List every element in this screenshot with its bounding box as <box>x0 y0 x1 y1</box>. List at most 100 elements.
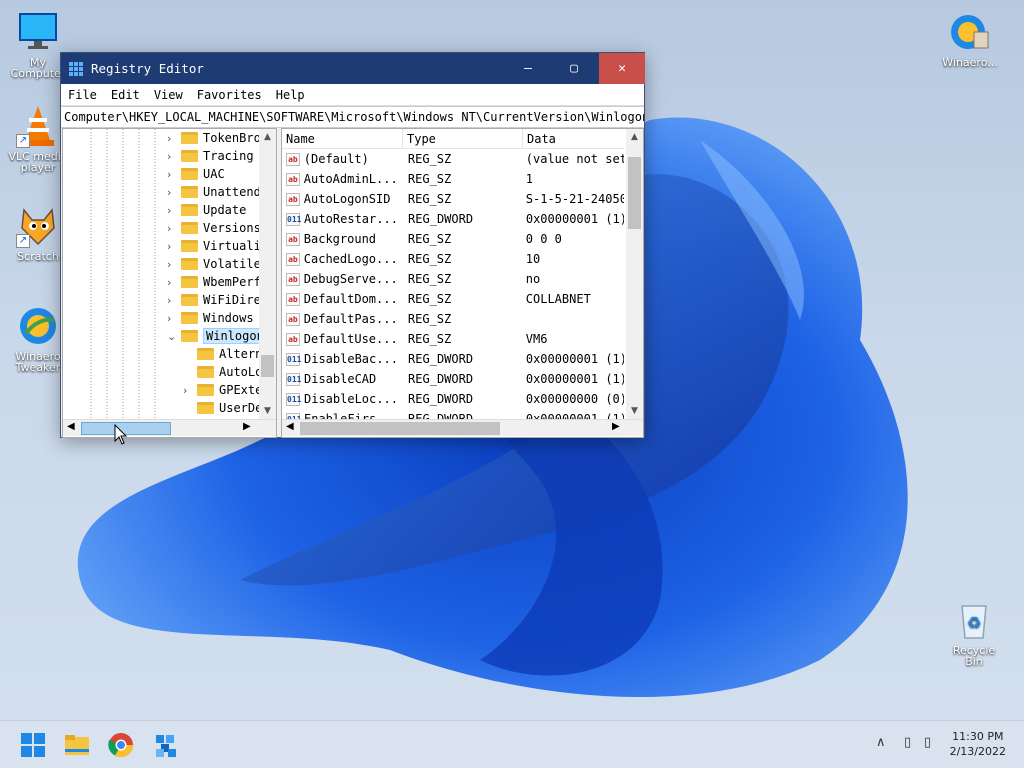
desktop-icon-my-computer[interactable]: My Computer <box>8 10 68 79</box>
start-button[interactable] <box>19 731 47 759</box>
chevron-right-icon[interactable]: › <box>167 132 177 145</box>
desktop-icon-scratch[interactable]: ↗ Scratch <box>8 204 68 262</box>
show-hidden-icons-chevron-icon[interactable]: ∧ <box>876 735 886 750</box>
scroll-thumb[interactable] <box>628 157 641 229</box>
close-button[interactable]: ✕ <box>599 53 645 84</box>
tree-node[interactable]: › Virtualiz <box>167 237 268 255</box>
value-type: REG_SZ <box>407 172 452 186</box>
key-tree-pane[interactable]: › TokenBrok › Tracing › UAC › UnattendS › Update ›… <box>62 128 277 438</box>
desktop-icon-label: VLC media player <box>8 150 68 174</box>
values-list-pane[interactable]: Name Type Data ab (Default) REG_SZ (value n… <box>281 128 644 438</box>
chevron-right-icon[interactable]: › <box>167 222 177 235</box>
tree-node[interactable]: › Tracing <box>167 147 254 165</box>
scroll-right-icon[interactable]: ▶ <box>612 421 620 432</box>
tree-node[interactable]: › UnattendS <box>167 183 268 201</box>
tree-node[interactable]: › WiFiDirec <box>167 291 268 309</box>
tree-node[interactable]: AutoLo <box>183 363 262 381</box>
list-horizontal-scrollbar[interactable]: ◀ ▶ <box>282 419 643 436</box>
value-name: DisableCAD <box>304 372 377 386</box>
tree-node[interactable]: Altern <box>183 345 262 363</box>
chevron-right-icon[interactable]: › <box>167 168 177 181</box>
table-row[interactable]: ab AutoAdminL... REG_SZ 1 <box>282 169 624 189</box>
tree-node[interactable]: › GPExte <box>183 381 262 399</box>
tree-node[interactable]: › Update <box>167 201 246 219</box>
chrome-button[interactable] <box>107 731 135 759</box>
scroll-down-icon[interactable]: ▼ <box>259 403 276 419</box>
title-bar[interactable]: Registry Editor – ▢ ✕ <box>61 53 645 84</box>
network-icon[interactable]: ▯ <box>904 735 911 750</box>
table-row[interactable]: ab DefaultUse... REG_SZ VM6 <box>282 329 624 349</box>
table-row[interactable]: 011 AutoRestar... REG_DWORD 0x00000001 (1) <box>282 209 624 229</box>
table-row[interactable]: ab DebugServe... REG_SZ no <box>282 269 624 289</box>
scroll-left-icon[interactable]: ◀ <box>67 421 75 432</box>
system-clock[interactable]: 11:30 PM 2/13/2022 <box>950 729 1006 759</box>
tree-node-label: GPExte <box>219 383 263 397</box>
table-row[interactable]: ab CachedLogo... REG_SZ 10 <box>282 249 624 269</box>
address-bar[interactable]: Computer\HKEY_LOCAL_MACHINE\SOFTWARE\Mic… <box>61 106 644 128</box>
file-explorer-button[interactable] <box>63 731 91 759</box>
scroll-up-icon[interactable]: ▲ <box>259 129 276 145</box>
scroll-up-icon[interactable]: ▲ <box>626 129 643 145</box>
maximize-button[interactable]: ▢ <box>551 53 597 84</box>
tree-node[interactable]: › VersionsL <box>167 219 268 237</box>
tree-node[interactable]: › TokenBrok <box>167 129 268 147</box>
column-header-name[interactable]: Name <box>282 129 403 149</box>
tree-node[interactable]: › UAC <box>167 165 225 183</box>
desktop-icon-recycle-bin[interactable]: ♻ Recycle Bin <box>944 598 1004 667</box>
scroll-left-icon[interactable]: ◀ <box>286 421 294 432</box>
tree-horizontal-scrollbar[interactable]: ◀ ▶ <box>63 419 276 436</box>
tree-node[interactable]: › Windows <box>167 309 254 327</box>
chevron-right-icon[interactable]: › <box>167 312 177 325</box>
table-row[interactable]: 011 DisableBac... REG_DWORD 0x00000001 (1) <box>282 349 624 369</box>
list-vertical-scrollbar[interactable]: ▲ ▼ <box>626 129 643 419</box>
chevron-right-icon[interactable]: › <box>167 276 177 289</box>
windows-logo-icon <box>21 733 45 757</box>
chevron-right-icon[interactable]: › <box>167 186 177 199</box>
column-header-type[interactable]: Type <box>403 129 523 149</box>
registry-editor-taskbar-button[interactable] <box>152 731 180 759</box>
value-type: REG_DWORD <box>408 212 474 226</box>
chevron-right-icon[interactable]: › <box>167 204 177 217</box>
scroll-down-icon[interactable]: ▼ <box>626 403 643 419</box>
volume-icon[interactable]: ▯ <box>924 735 931 750</box>
scroll-right-icon[interactable]: ▶ <box>243 421 251 432</box>
tree-node[interactable]: › VolatileN <box>167 255 268 273</box>
table-row[interactable]: ab DefaultPas... REG_SZ <box>282 309 624 329</box>
desktop-icon-vlc[interactable]: ↗ VLC media player <box>8 104 68 173</box>
desktop-icon-winaero[interactable]: Winaero... <box>940 10 1000 68</box>
menu-help[interactable]: Help <box>269 88 312 102</box>
string-value-icon: ab <box>286 192 300 206</box>
table-row[interactable]: ab AutoLogonSID REG_SZ S-1-5-21-24050 <box>282 189 624 209</box>
value-type: REG_SZ <box>407 272 452 286</box>
menu-edit[interactable]: Edit <box>104 88 147 102</box>
table-row[interactable]: 011 DisableCAD REG_DWORD 0x00000001 (1) <box>282 369 624 389</box>
scroll-thumb[interactable] <box>300 422 500 435</box>
menu-file[interactable]: File <box>61 88 104 102</box>
desktop-icon-winaero-tweaker[interactable]: Winaero Tweaker <box>8 304 68 373</box>
chevron-right-icon[interactable]: › <box>167 240 177 253</box>
chevron-right-icon[interactable]: › <box>183 384 193 397</box>
menu-view[interactable]: View <box>147 88 190 102</box>
tree-node[interactable]: › WbemPerf <box>167 273 261 291</box>
value-type: REG_SZ <box>407 192 452 206</box>
table-row[interactable]: ab Background REG_SZ 0 0 0 <box>282 229 624 249</box>
chevron-right-icon[interactable]: › <box>167 258 177 271</box>
tree-vertical-scrollbar[interactable]: ▲ ▼ <box>259 129 276 419</box>
chevron-right-icon[interactable]: › <box>167 150 177 163</box>
value-data: 0x00000001 (1) <box>525 212 624 226</box>
chevron-down-icon[interactable]: ⌄ <box>167 330 177 343</box>
tree-node[interactable]: ⌄ Winlogon <box>167 327 267 345</box>
chevron-right-icon[interactable]: › <box>167 294 177 307</box>
value-data: COLLABNET <box>525 292 591 306</box>
tree-node-label: AutoLo <box>219 365 263 379</box>
winaero-icon <box>948 10 992 54</box>
tree-node[interactable]: UserDe <box>183 399 262 417</box>
minimize-button[interactable]: – <box>505 53 551 84</box>
table-row[interactable]: ab (Default) REG_SZ (value not set) <box>282 149 624 169</box>
table-row[interactable]: ab DefaultDom... REG_SZ COLLABNET <box>282 289 624 309</box>
scroll-thumb[interactable] <box>261 355 274 377</box>
column-header-data[interactable]: Data <box>523 129 624 149</box>
table-row[interactable]: 011 DisableLoc... REG_DWORD 0x00000000 (0) <box>282 389 624 409</box>
value-name: (Default) <box>303 152 369 166</box>
menu-favorites[interactable]: Favorites <box>190 88 269 102</box>
